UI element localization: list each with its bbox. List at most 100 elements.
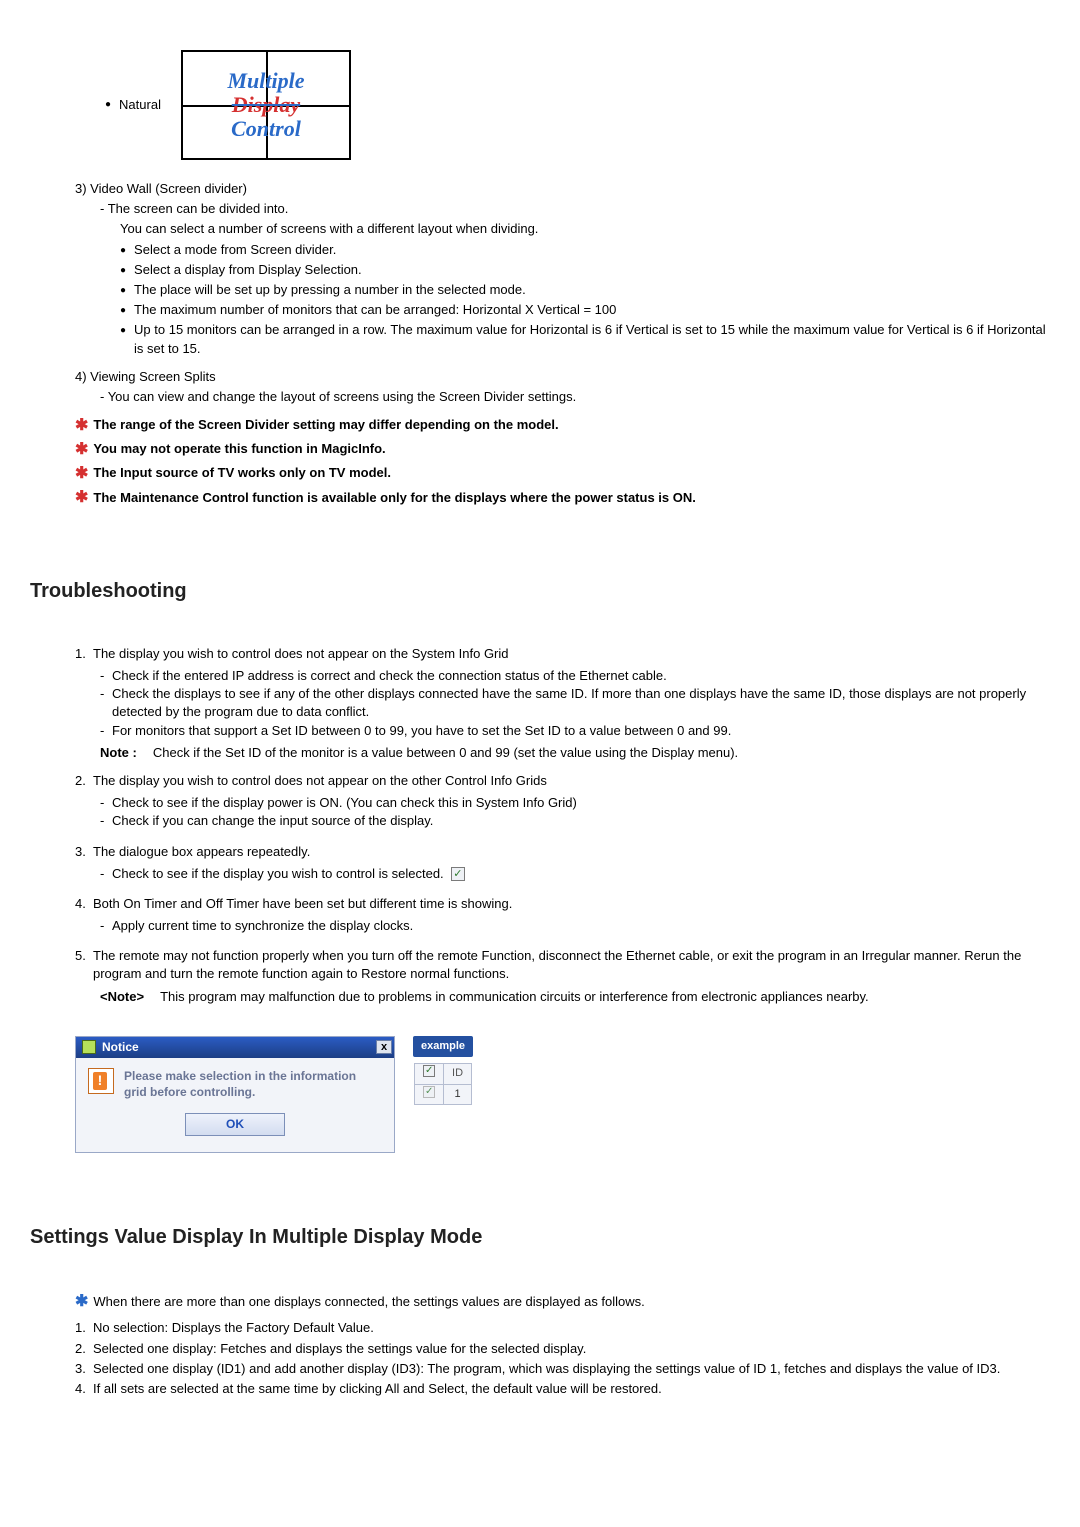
red-asterisk-icon: ✱	[75, 418, 88, 434]
warning-row: ✱ The range of the Screen Divider setting…	[75, 416, 1050, 434]
section-3-bullet: ● Select a display from Display Selection…	[120, 261, 1050, 279]
section-3-line: - The screen can be divided into.	[100, 200, 1050, 218]
trouble-sub-text: Apply current time to synchronize the di…	[112, 917, 413, 935]
trouble-sub: - Check if the entered IP address is cor…	[100, 667, 1050, 685]
note-label: Note :	[100, 744, 137, 762]
troubleshooting-heading: Troubleshooting	[30, 577, 1050, 605]
section-3-title: 3) Video Wall (Screen divider)	[75, 180, 1050, 198]
trouble-lead: The remote may not function properly whe…	[93, 947, 1050, 983]
settings-intro-text: When there are more than one displays co…	[93, 1294, 644, 1309]
warning-text: The Maintenance Control function is avai…	[93, 490, 695, 505]
red-asterisk-icon: ✱	[75, 466, 88, 482]
list-number: 2.	[75, 1340, 93, 1358]
settings-intro-row: ✱When there are more than one displays c…	[75, 1291, 1050, 1313]
natural-label: Natural	[119, 96, 161, 114]
bullet-icon: ●	[120, 304, 126, 319]
trouble-lead: The dialogue box appears repeatedly.	[93, 843, 310, 861]
warning-row: ✱ You may not operate this function in Ma…	[75, 440, 1050, 458]
bullet-icon: ●	[120, 284, 126, 299]
checkbox-icon	[451, 867, 465, 881]
trouble-sub: - Check to see if the display you wish t…	[100, 865, 1050, 883]
bullet-icon: ●	[105, 98, 111, 112]
trouble-note: Note : Check if the Set ID of the monito…	[100, 744, 1050, 762]
settings-text: No selection: Displays the Factory Defau…	[93, 1319, 374, 1337]
notice-dialog: Notice x ! Please make selection in the …	[75, 1036, 395, 1153]
example-grid: ID 1	[414, 1063, 472, 1105]
trouble-lead: The display you wish to control does not…	[93, 772, 547, 790]
ok-button[interactable]: OK	[185, 1113, 285, 1136]
section-3-bullet: ●Select a mode from Screen divider.	[120, 241, 1050, 259]
list-number: 2.	[75, 772, 93, 790]
trouble-sub-text: Check to see if the display you wish to …	[112, 866, 444, 881]
example-badge: example	[413, 1036, 473, 1057]
bullet-text: Select a mode from Screen divider.	[134, 241, 336, 259]
checkbox-icon	[423, 1086, 435, 1098]
trouble-lead: Both On Timer and Off Timer have been se…	[93, 895, 512, 913]
trouble-sub-text: For monitors that support a Set ID betwe…	[112, 722, 731, 740]
trouble-sub-text: Check to see if the display power is ON.…	[112, 794, 577, 812]
trouble-sub-text: Check the displays to see if any of the …	[112, 685, 1050, 721]
trouble-sub: - For monitors that support a Set ID bet…	[100, 722, 1050, 740]
trouble-sub: - Check to see if the display power is O…	[100, 794, 1050, 812]
bullet-icon: ●	[120, 264, 126, 279]
close-button[interactable]: x	[376, 1040, 392, 1054]
settings-text: Selected one display (ID1) and add anoth…	[93, 1360, 1000, 1378]
multiple-display-control-diagram: Multiple Display Control	[181, 50, 351, 160]
notice-title: Notice	[102, 1039, 139, 1056]
settings-text: Selected one display: Fetches and displa…	[93, 1340, 586, 1358]
trouble-item: 4. Both On Timer and Off Timer have been…	[75, 895, 1050, 913]
red-asterisk-icon: ✱	[75, 490, 88, 506]
bullet-text: The place will be set up by pressing a n…	[134, 281, 526, 299]
list-number: 1.	[75, 1319, 93, 1337]
settings-item: 2.Selected one display: Fetches and disp…	[75, 1340, 1050, 1358]
red-asterisk-icon: ✱	[75, 442, 88, 458]
bullet-text: Select a display from Display Selection.	[134, 261, 362, 279]
section-4-line: - You can view and change the layout of …	[100, 388, 1050, 406]
app-icon	[82, 1040, 96, 1054]
list-number: 3.	[75, 843, 93, 861]
warning-row: ✱ The Input source of TV works only on TV…	[75, 464, 1050, 482]
section-3-bullet: ●Up to 15 monitors can be arranged in a …	[120, 321, 1050, 357]
note-text: This program may malfunction due to prob…	[152, 988, 1050, 1006]
diagram-word-multiple: Multiple	[227, 69, 304, 93]
trouble-sub: - Check the displays to see if any of th…	[100, 685, 1050, 721]
natural-mode-row: ● Natural Multiple Display Control	[105, 50, 1050, 160]
example-column: example ID 1	[413, 1036, 473, 1105]
warning-text: The range of the Screen Divider setting …	[93, 417, 558, 432]
grid-header-id: ID	[444, 1064, 472, 1084]
trouble-item: 3. The dialogue box appears repeatedly.	[75, 843, 1050, 861]
trouble-lead: The display you wish to control does not…	[93, 645, 509, 663]
settings-item: 4.If all sets are selected at the same t…	[75, 1380, 1050, 1398]
warning-text: The Input source of TV works only on TV …	[93, 465, 391, 480]
list-number: 4.	[75, 1380, 93, 1398]
settings-item: 1.No selection: Displays the Factory Def…	[75, 1319, 1050, 1337]
notice-titlebar: Notice x	[76, 1037, 394, 1058]
bullet-text: Up to 15 monitors can be arranged in a r…	[134, 321, 1050, 357]
checkbox-icon	[423, 1065, 435, 1077]
section-3-bullet: ● The maximum number of monitors that can…	[120, 301, 1050, 319]
notice-message: Please make selection in the information…	[124, 1068, 382, 1102]
trouble-sub-text: Check if you can change the input source…	[112, 812, 433, 830]
diagram-word-display: Display	[232, 93, 300, 117]
bullet-icon: ●	[120, 324, 126, 357]
settings-item: 3.Selected one display (ID1) and add ano…	[75, 1360, 1050, 1378]
trouble-item: 1. The display you wish to control does …	[75, 645, 1050, 663]
trouble-postnote: <Note> This program may malfunction due …	[100, 988, 1050, 1006]
settings-value-heading: Settings Value Display In Multiple Displ…	[30, 1223, 1050, 1251]
section-3-bullet: ● The place will be set up by pressing a …	[120, 281, 1050, 299]
section-4-title: 4) Viewing Screen Splits	[75, 368, 1050, 386]
warning-text: You may not operate this function in Mag…	[93, 441, 385, 456]
grid-cell: 1	[444, 1084, 472, 1104]
list-number: 5.	[75, 947, 93, 983]
warning-icon: !	[88, 1068, 114, 1094]
section-3-line: You can select a number of screens with …	[120, 220, 1050, 238]
note-label: <Note>	[100, 988, 144, 1006]
diagram-word-control: Control	[231, 117, 301, 141]
settings-text: If all sets are selected at the same tim…	[93, 1380, 662, 1398]
list-number: 4.	[75, 895, 93, 913]
trouble-sub: - Check if you can change the input sour…	[100, 812, 1050, 830]
trouble-item: 5. The remote may not function properly …	[75, 947, 1050, 983]
trouble-sub-text: Check if the entered IP address is corre…	[112, 667, 667, 685]
bullet-text: The maximum number of monitors that can …	[134, 301, 616, 319]
trouble-item: 2. The display you wish to control does …	[75, 772, 1050, 790]
